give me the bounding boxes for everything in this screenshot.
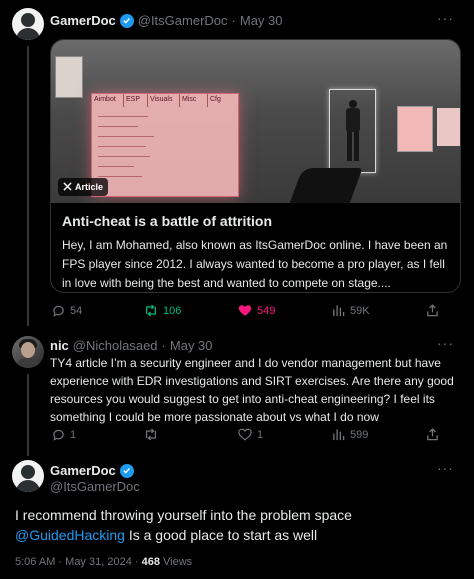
tweet-header: GamerDoc bbox=[50, 463, 134, 478]
reply-count: 1 bbox=[70, 428, 77, 441]
share-button[interactable] bbox=[426, 304, 439, 317]
tweet-date[interactable]: May 30 bbox=[240, 13, 283, 28]
repost-icon bbox=[146, 304, 156, 317]
avatar-body bbox=[16, 480, 40, 492]
share-button[interactable] bbox=[426, 428, 439, 441]
like-button[interactable]: 1 bbox=[238, 428, 332, 441]
views-count: 599 bbox=[350, 428, 369, 441]
separator: · bbox=[134, 556, 139, 568]
views-count: 59K bbox=[350, 304, 370, 317]
tweet-text-part: Is a good place to start as well bbox=[124, 527, 318, 543]
verified-badge-icon bbox=[119, 13, 134, 28]
thread-line bbox=[27, 374, 29, 456]
menu-tab: Misc bbox=[180, 94, 208, 107]
menu-line bbox=[98, 136, 154, 137]
share-icon bbox=[427, 304, 438, 317]
share-icon bbox=[427, 428, 438, 441]
reply-icon bbox=[53, 429, 64, 441]
views-chart-icon bbox=[333, 429, 345, 441]
article-badge: Article bbox=[58, 178, 109, 196]
author-handle[interactable]: @ItsGamerDoc bbox=[50, 479, 140, 494]
tweet-meta: 5:06 AM · May 31, 2024 · 468 Views bbox=[15, 556, 192, 568]
heart-icon bbox=[238, 428, 252, 441]
menu-line bbox=[98, 156, 150, 157]
repost-button[interactable]: 106 bbox=[144, 304, 238, 317]
reply-button[interactable]: 1 bbox=[52, 428, 144, 441]
menu-line bbox=[98, 176, 142, 177]
author-name[interactable]: nic bbox=[50, 338, 69, 353]
avatar-body bbox=[16, 28, 40, 40]
author-handle[interactable]: @ItsGamerDoc bbox=[138, 13, 228, 28]
reply-text: TY4 article I’m a security engineer and … bbox=[50, 356, 454, 424]
tweet-header: GamerDoc @ItsGamerDoc · May 30 bbox=[50, 13, 283, 28]
more-options-icon[interactable]: ··· bbox=[437, 10, 454, 26]
views-count: 468 bbox=[141, 556, 160, 568]
tweet-actions: 1 1 599 bbox=[52, 428, 462, 441]
article-title: Anti-cheat is a battle of attrition bbox=[62, 213, 273, 229]
repost-icon bbox=[146, 428, 156, 441]
author-handle[interactable]: @Nicholasaed bbox=[73, 338, 158, 353]
article-card[interactable]: Aimbot ESP Visuals Misc Cfg Article Anti… bbox=[50, 39, 461, 293]
cheat-menu-image: Aimbot ESP Visuals Misc Cfg bbox=[91, 93, 239, 197]
separator: · bbox=[231, 13, 236, 28]
tweet-date[interactable]: May 30 bbox=[170, 338, 213, 353]
player-figure bbox=[342, 100, 364, 162]
thread-line bbox=[27, 46, 29, 326]
article-description: Hey, I am Mohamed, also known as ItsGame… bbox=[62, 238, 448, 290]
author-name[interactable]: GamerDoc bbox=[50, 13, 116, 28]
reply-button[interactable]: 54 bbox=[52, 304, 144, 317]
tweet-header: @ItsGamerDoc bbox=[50, 479, 140, 494]
article-badge-label: Article bbox=[75, 182, 104, 192]
avatar[interactable] bbox=[12, 460, 44, 492]
menu-tab: Visuals bbox=[148, 94, 180, 107]
tweet-header: nic @Nicholasaed · May 30 bbox=[50, 338, 213, 353]
like-count: 549 bbox=[257, 304, 276, 317]
more-options-icon[interactable]: ··· bbox=[437, 335, 454, 351]
game-overlay-panel bbox=[55, 56, 83, 98]
avatar-body bbox=[16, 358, 40, 368]
avatar-face bbox=[21, 13, 35, 27]
game-overlay-panel bbox=[397, 106, 433, 152]
menu-line bbox=[98, 126, 138, 127]
menu-line bbox=[98, 146, 146, 147]
reply-icon bbox=[53, 305, 64, 317]
avatar-face bbox=[21, 465, 35, 479]
tweet-text: I recommend throwing yourself into the p… bbox=[15, 505, 465, 545]
views-button[interactable]: 59K bbox=[332, 304, 426, 317]
mention-link[interactable]: @GuidedHacking bbox=[15, 527, 125, 543]
menu-line bbox=[98, 116, 148, 117]
menu-tab: Cfg bbox=[210, 96, 221, 103]
menu-line bbox=[98, 166, 134, 167]
x-logo-icon bbox=[63, 181, 72, 193]
article-cover-image: Aimbot ESP Visuals Misc Cfg Article bbox=[51, 40, 460, 203]
views-button[interactable]: 599 bbox=[332, 428, 426, 441]
tweet-text-part: I recommend throwing yourself into the p… bbox=[15, 507, 352, 523]
reply-count: 54 bbox=[70, 304, 83, 317]
repost-count: 106 bbox=[163, 304, 182, 317]
avatar[interactable] bbox=[12, 336, 44, 368]
views-chart-icon bbox=[333, 305, 345, 317]
separator: · bbox=[161, 338, 166, 353]
weapon-silhouette bbox=[289, 168, 363, 203]
repost-button[interactable] bbox=[144, 428, 238, 441]
like-count: 1 bbox=[257, 428, 264, 441]
tweet-time[interactable]: 5:06 AM bbox=[15, 556, 55, 568]
separator: · bbox=[58, 556, 63, 568]
avatar[interactable] bbox=[12, 8, 44, 40]
menu-tab: ESP bbox=[124, 94, 148, 107]
verified-badge-icon bbox=[119, 463, 134, 478]
tweet-full-date[interactable]: May 31, 2024 bbox=[65, 556, 132, 568]
avatar-face bbox=[21, 342, 35, 358]
game-overlay-panel bbox=[437, 108, 460, 146]
heart-icon bbox=[238, 305, 252, 316]
author-name[interactable]: GamerDoc bbox=[50, 463, 116, 478]
menu-tab: Aimbot bbox=[92, 94, 124, 107]
like-button[interactable]: 549 bbox=[238, 304, 332, 317]
views-label: Views bbox=[163, 556, 193, 568]
tweet-actions: 54 106 549 59K bbox=[52, 304, 462, 317]
more-options-icon[interactable]: ··· bbox=[437, 460, 454, 476]
